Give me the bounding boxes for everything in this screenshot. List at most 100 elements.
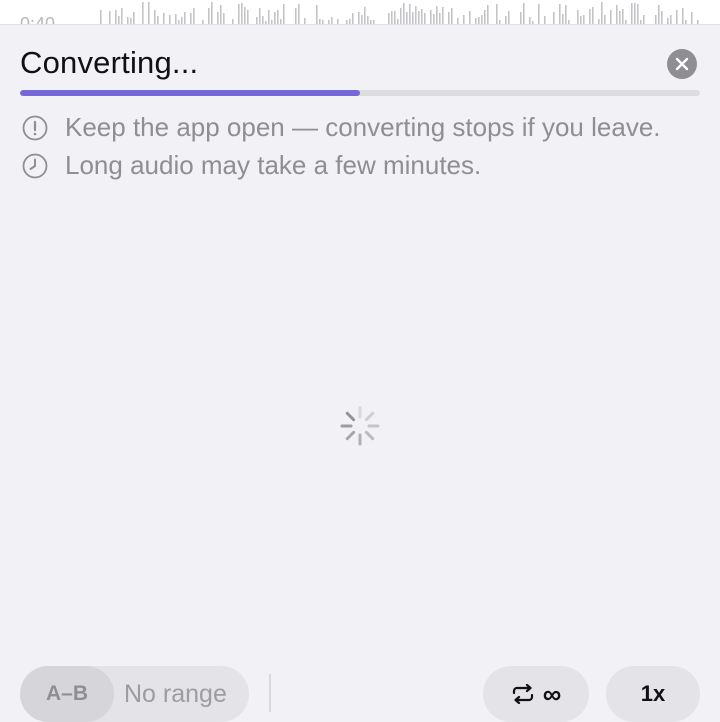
waveform-bar [184,12,186,24]
waveform-bar [190,13,192,24]
waveform-bar [418,11,420,24]
waveform-bar [682,8,684,24]
waveform-bar [241,3,243,24]
loop-count: ∞ [542,678,562,709]
waveform-bar [298,4,300,24]
sheet-edge [0,24,720,25]
waveform-bar [481,15,483,24]
waveform-bar [580,16,582,24]
waveform-bar [115,10,117,24]
waveform-bar [436,6,438,24]
note-text: Long audio may take a few minutes. [65,150,482,180]
waveform-bar [478,17,480,24]
waveform-bar [121,8,123,24]
waveform-bar [523,3,525,24]
waveform-bar [616,5,618,24]
spinner-spoke [364,411,375,422]
waveform-bar [154,10,156,24]
waveform-bar [259,8,261,24]
waveform-bar [247,10,249,24]
waveform-bar [661,11,663,24]
waveform-bar [220,5,222,24]
waveform-bar [406,12,408,24]
waveform-bar [451,8,453,24]
toolbar-divider [269,674,271,712]
waveform-bar [559,4,561,24]
waveform-bar [331,17,333,24]
waveform-bar [208,8,210,24]
exclamation-circle-icon [22,115,48,141]
waveform-bar [244,7,246,24]
waveform-bar [544,16,546,24]
waveform-bar [169,15,171,24]
note-text: Keep the app open — converting stops if … [65,112,661,142]
waveform-bar [655,15,657,24]
waveform-bar [415,6,417,24]
waveform-bar [391,11,393,24]
waveform-bar [421,9,423,24]
range-label[interactable]: No range [124,680,227,709]
waveform-bar [223,13,225,24]
waveform-bar [637,4,639,24]
waveform-bar [277,10,279,24]
waveform-bar [439,13,441,24]
waveform-bar [487,5,489,24]
waveform-bar [553,12,555,24]
waveform-bar [181,17,183,24]
note-long-audio: Long audio may take a few minutes. [22,150,481,181]
waveform-bar [433,14,435,24]
waveform-bar [403,3,405,24]
waveform-bar [262,16,264,24]
waveform-bar [592,7,594,24]
spinner-spoke [345,430,356,441]
waveform-bar [583,15,585,24]
waveform-bar [610,10,612,24]
spinner-spoke [345,411,356,422]
waveform-bar [157,16,159,24]
waveform-bar [424,13,426,24]
waveform-bar [163,13,165,24]
waveform-bar [604,15,606,24]
waveform-bar [367,16,369,24]
waveform-bar [520,12,522,24]
playback-toolbar: A–B No range ∞ 1x [0,648,720,722]
waveform-bar [670,15,672,24]
progress-fill [20,90,360,96]
waveform-strip: 0:40 [0,0,720,24]
waveform-bar [217,12,219,24]
waveform-bar [175,14,177,24]
waveform-bar [193,8,195,24]
waveform-bar [127,17,129,24]
waveform-bar [358,12,360,24]
clock-icon [22,153,48,179]
waveform-bar [622,9,624,24]
waveform-bar [463,15,465,24]
close-button[interactable] [667,49,697,79]
waveform-bar [352,13,354,24]
repeat-icon [512,684,533,704]
waveform-bar [283,4,285,24]
waveform-bar [256,17,258,24]
loading-spinner-icon [340,406,380,446]
progress-bar [20,90,700,96]
waveform-bar [619,11,621,24]
waveform-bar [505,16,507,24]
waveform-bar [142,2,144,24]
waveform-bar [388,13,390,24]
waveform-bar [430,10,432,24]
waveform-bar [109,11,111,24]
waveform-bar [238,4,240,24]
waveform-bar [634,3,636,24]
waveform-bar [529,17,531,24]
waveform-bar [100,10,102,24]
waveform-bar [631,3,633,24]
waveform-bar [577,10,579,24]
spinner-spoke [364,430,375,441]
waveform-bar [508,11,510,24]
waveform-bar [316,5,318,24]
converting-title: Converting... [20,45,199,80]
waveform-bar [565,5,567,24]
waveform-bar [394,11,396,24]
waveform-bar [409,4,411,24]
waveform-bar [691,12,693,24]
